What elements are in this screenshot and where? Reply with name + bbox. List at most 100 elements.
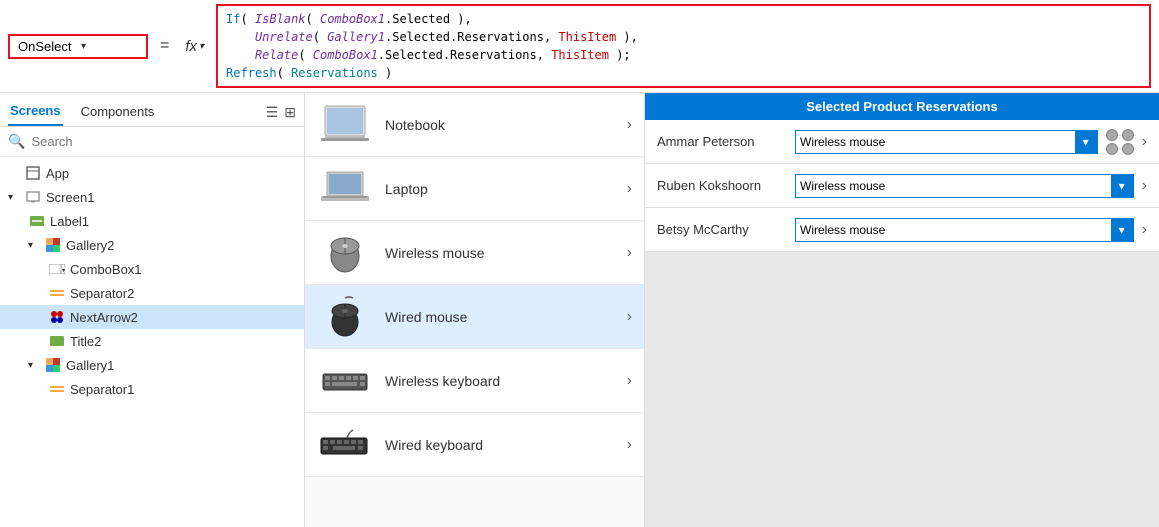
formula-dropdown-label: OnSelect (18, 39, 75, 54)
tree-item-title2[interactable]: Title2 (0, 329, 304, 353)
reservation-row: Ammar Peterson Wireless mouse Wired mous… (645, 120, 1159, 164)
screen-icon (24, 188, 42, 206)
laptop-image (317, 167, 373, 211)
notebook-image (317, 103, 373, 147)
tree-item-combobox1[interactable]: ▾ ComboBox1 (0, 257, 304, 281)
chevron-right-icon[interactable]: › (1142, 221, 1147, 239)
chevron-right-icon: › (627, 308, 632, 326)
tree-item-screen1[interactable]: ▾ Screen1 (0, 185, 304, 209)
separator-icon (48, 380, 66, 398)
title-icon (48, 332, 66, 350)
reservations-panel: Selected Product Reservations Ammar Pete… (645, 93, 1159, 527)
formula-if: If (226, 12, 240, 26)
gallery-item-wireless-mouse[interactable]: Wireless mouse › (305, 221, 644, 285)
gallery-item-wired-keyboard[interactable]: Wired keyboard › (305, 413, 644, 477)
formula-combobox1b: ComboBox1 (313, 48, 378, 62)
gallery-item-notebook[interactable]: Notebook › (305, 93, 644, 157)
label-icon (28, 212, 46, 230)
chevron-right-icon: › (627, 180, 632, 198)
chevron-right-icon[interactable]: › (1142, 133, 1147, 151)
tree-item-label1[interactable]: Label1 (0, 209, 304, 233)
gallery-panel: Notebook › Laptop › (305, 93, 645, 527)
tree-item-label: Screen1 (46, 190, 94, 205)
chevron-right-icon: › (627, 244, 632, 262)
chevron-down-icon: ▾ (81, 41, 138, 52)
wired-keyboard-image (317, 423, 373, 467)
circles-container (1106, 129, 1134, 155)
formula-thisitem1: ThisItem (558, 30, 616, 44)
formula-editor[interactable]: If( IsBlank( ComboBox1.Selected ), Unrel… (216, 4, 1151, 88)
reservation-select-btn[interactable]: ▾ (1111, 175, 1133, 197)
tree-item-label: Gallery2 (66, 238, 114, 253)
formula-isblank: IsBlank (255, 12, 306, 26)
tree-item-app[interactable]: App (0, 161, 304, 185)
reservation-person-name: Ruben Kokshoorn (657, 178, 787, 193)
chevron-right-icon[interactable]: › (1142, 177, 1147, 195)
gallery-item-name: Laptop (385, 181, 615, 197)
reservation-select-btn[interactable]: ▾ (1075, 131, 1097, 153)
reservation-select-wrapper: Wireless mouse Wired mouse Notebook Lapt… (795, 218, 1134, 242)
circle-indicator (1122, 143, 1134, 155)
tree-panel: App ▾ Screen1 Label1 ▾ (0, 157, 304, 527)
reservation-person-name: Betsy McCarthy (657, 222, 787, 237)
top-bar: OnSelect ▾ = fx ▾ If( IsBlank( ComboBox1… (0, 0, 1159, 93)
gallery-item-laptop[interactable]: Laptop › (305, 157, 644, 221)
reservation-row: Ruben Kokshoorn Wireless mouse Wired mou… (645, 164, 1159, 208)
search-icon: 🔍 (8, 133, 25, 150)
tab-screens[interactable]: Screens (8, 99, 63, 126)
tree-item-separator2[interactable]: Separator2 (0, 281, 304, 305)
formula-relate: Relate (255, 48, 298, 62)
grid-view-icon[interactable]: ⊞ (284, 104, 296, 121)
search-input[interactable] (31, 134, 296, 149)
tree-item-label: Gallery1 (66, 358, 114, 373)
list-view-icon[interactable]: ☰ (266, 104, 279, 121)
chevron-down-icon: ▾ (28, 360, 40, 371)
gallery-item-name: Wireless keyboard (385, 373, 615, 389)
fx-label: fx (185, 38, 197, 55)
reservations-header: Selected Product Reservations (645, 93, 1159, 120)
separator-icon (48, 284, 66, 302)
nextarrow-icon (48, 308, 66, 326)
chevron-down-icon: ▾ (199, 41, 204, 52)
chevron-down-icon: ▾ (8, 192, 20, 203)
formula-refresh: Refresh (226, 66, 277, 80)
gallery-item-wired-mouse[interactable]: Wired mouse › (305, 285, 644, 349)
tree-item-label: Separator1 (70, 382, 134, 397)
circle-indicator (1106, 143, 1118, 155)
tab-components[interactable]: Components (79, 100, 157, 125)
gallery-icon (44, 236, 62, 254)
tree-item-nextarrow2[interactable]: NextArrow2 (0, 305, 304, 329)
reservation-person-name: Ammar Peterson (657, 134, 787, 149)
circle-indicator (1106, 129, 1118, 141)
formula-unrelate: Unrelate (255, 30, 313, 44)
reservation-row: Betsy McCarthy Wireless mouse Wired mous… (645, 208, 1159, 252)
gallery-item-wireless-keyboard[interactable]: Wireless keyboard › (305, 349, 644, 413)
chevron-right-icon: › (627, 116, 632, 134)
reservation-select[interactable]: Wireless mouse Wired mouse Notebook Lapt… (796, 220, 1111, 240)
tree-item-gallery1[interactable]: ▾ Gallery1 (0, 353, 304, 377)
panel-tab-icons: ☰ ⊞ (266, 104, 296, 121)
reservation-select-wrapper: Wireless mouse Wired mouse Notebook Lapt… (795, 130, 1098, 154)
gallery-item-name: Wired keyboard (385, 437, 615, 453)
wireless-mouse-image (317, 231, 373, 275)
tree-item-label: Title2 (70, 334, 101, 349)
search-bar: 🔍 (0, 127, 304, 157)
gallery-icon (44, 356, 62, 374)
reservation-select[interactable]: Wireless mouse Wired mouse Notebook Lapt… (796, 176, 1111, 196)
tree-item-label: Label1 (50, 214, 89, 229)
tree-item-separator1[interactable]: Separator1 (0, 377, 304, 401)
reservation-select-btn[interactable]: ▾ (1111, 219, 1133, 241)
reservation-select-wrapper: Wireless mouse Wired mouse Notebook Lapt… (795, 174, 1134, 198)
tree-item-gallery2[interactable]: ▾ Gallery2 (0, 233, 304, 257)
gallery-item-name: Wireless mouse (385, 245, 615, 261)
formula-combobox1: ComboBox1 (320, 12, 385, 26)
left-panel: Screens Components ☰ ⊞ 🔍 App (0, 93, 305, 527)
main-area: Screens Components ☰ ⊞ 🔍 App (0, 93, 1159, 527)
formula-dropdown[interactable]: OnSelect ▾ (8, 34, 148, 59)
chevron-right-icon: › (627, 436, 632, 454)
chevron-down-icon: ▾ (28, 240, 40, 251)
reservation-select[interactable]: Wireless mouse Wired mouse Notebook Lapt… (796, 132, 1075, 152)
tree-item-label: Separator2 (70, 286, 134, 301)
panel-tabs: Screens Components ☰ ⊞ (0, 93, 304, 127)
fx-button[interactable]: fx ▾ (181, 38, 208, 55)
